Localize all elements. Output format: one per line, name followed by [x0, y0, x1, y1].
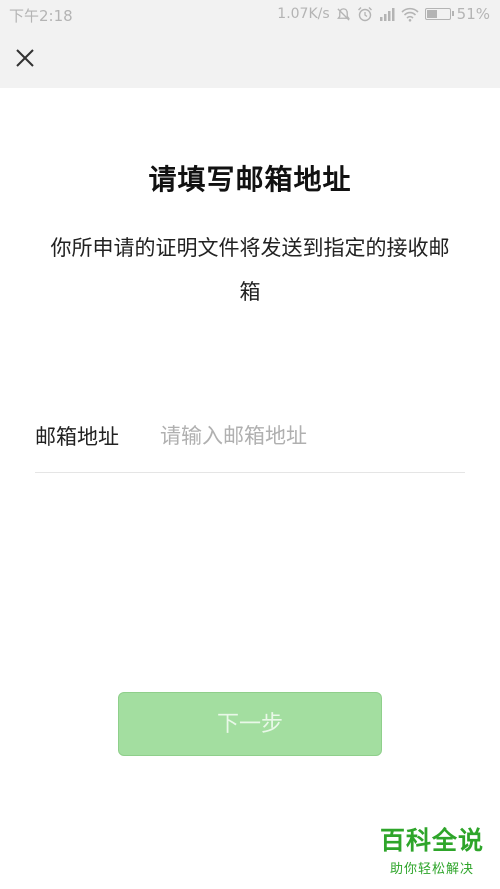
battery-level — [426, 10, 438, 18]
watermark-title: 百科全说 — [379, 826, 484, 855]
page-title: 请填写邮箱地址 — [148, 163, 352, 196]
email-label: 邮箱地址 — [35, 425, 119, 449]
battery-icon — [424, 8, 454, 20]
mute-icon — [336, 7, 350, 21]
page-description: 你所申请的证明文件将发送到指定的接收邮箱 — [50, 236, 450, 304]
signal-icon — [379, 7, 395, 21]
wifi-icon — [401, 7, 419, 22]
alarm-icon — [357, 7, 372, 22]
watermark: 百科全说 助你轻松解决 — [380, 821, 484, 877]
watermark-subtitle: 助你轻松解决 — [389, 862, 474, 877]
status-time: 下午2:18 — [9, 7, 73, 25]
status-right: 1.07K/s 51% — [277, 5, 490, 23]
status-bar: 下午2:18 1.07K/s 51% — [0, 0, 500, 30]
next-button[interactable]: 下一步 — [118, 692, 382, 756]
battery-percent: 51% — [456, 5, 490, 23]
email-field-row: 邮箱地址 — [35, 400, 465, 473]
network-speed: 1.07K/s — [277, 6, 330, 22]
top-bar — [0, 30, 500, 88]
email-input[interactable] — [160, 424, 465, 448]
close-icon[interactable] — [10, 43, 40, 73]
status-icons — [336, 6, 454, 22]
